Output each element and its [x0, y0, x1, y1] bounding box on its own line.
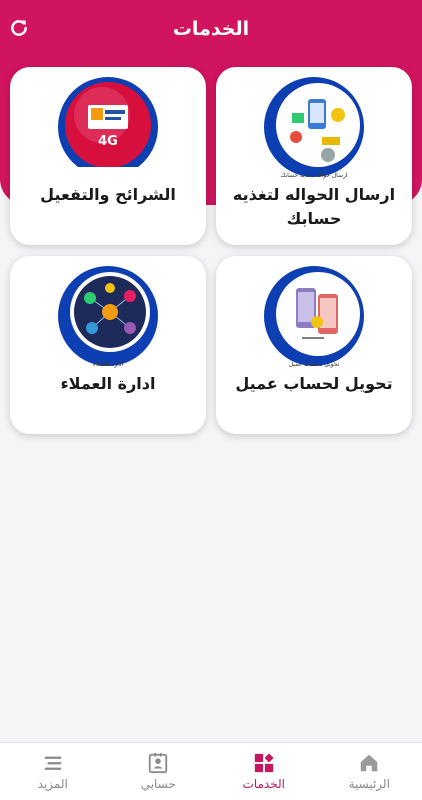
page-title: الخدمات [172, 18, 250, 40]
service-label: الشرائح والتفعيل [40, 185, 176, 204]
emblem-caption: ادارة العملاء [92, 361, 124, 368]
nav-label: حسابي [140, 777, 176, 791]
services-grid-icon [254, 753, 273, 773]
service-card-money-transfer[interactable]: ارسال حواله لتغذيه حسابك ارسال الحواله ل… [216, 67, 412, 245]
emblem-caption: تحويل لحساب عميل [288, 361, 340, 368]
top-bar: الخدمات [0, 0, 422, 58]
refresh-button[interactable] [8, 17, 30, 39]
sim-card-4g-icon: 4G [56, 75, 160, 179]
emblem-caption: ارسال حواله لتغذيه حسابك [280, 172, 348, 179]
bottom-navigation: الرئيسية الخدمات حسابي المزيد [0, 742, 422, 800]
nav-item-more[interactable]: المزيد [0, 743, 106, 800]
nav-item-home[interactable]: الرئيسية [317, 743, 422, 800]
nav-label: الرئيسية [348, 777, 390, 791]
home-icon [361, 754, 378, 772]
menu-lines-icon [44, 756, 61, 770]
nav-item-services[interactable]: الخدمات [211, 743, 317, 800]
service-card-account-transfer[interactable]: تحويل لحساب عميل تحويل لحساب عميل [216, 256, 412, 434]
nav-label: المزيد [37, 777, 68, 791]
refresh-icon [11, 20, 27, 36]
service-label: تحويل لحساب عميل [235, 374, 393, 393]
customers-network-icon: ادارة العملاء [56, 264, 160, 368]
services-grid: ارسال حواله لتغذيه حسابك ارسال الحواله ل… [10, 67, 412, 437]
money-transfer-icon: ارسال حواله لتغذيه حسابك [262, 75, 366, 179]
service-label: ارسال الحواله لتغذيه حسابك [232, 185, 396, 228]
nav-item-account[interactable]: حسابي [106, 743, 212, 800]
service-label: ادارة العملاء [60, 374, 156, 393]
service-card-sim-activation[interactable]: 4G الشرائح والتفعيل [10, 67, 206, 245]
account-transfer-icon: تحويل لحساب عميل [262, 264, 366, 368]
nav-label: الخدمات [242, 777, 285, 791]
emblem-caption: 4G [98, 134, 118, 149]
service-card-customer-management[interactable]: ادارة العملاء ادارة العملاء [10, 256, 206, 434]
account-card-icon [149, 752, 168, 774]
